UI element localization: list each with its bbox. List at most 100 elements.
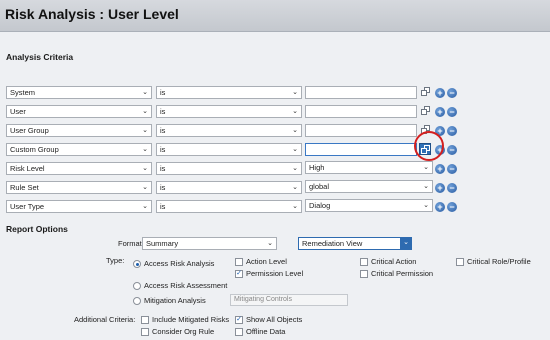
type-radio-access-risk-analysis[interactable] — [133, 260, 141, 268]
chevron-down-icon: ⌄ — [142, 203, 148, 210]
operator-label: is — [160, 164, 166, 173]
chevron-down-icon: ⌄ — [142, 127, 148, 134]
critical-permission-label: Critical Permission — [371, 269, 434, 278]
chevron-down-icon: ⌄ — [142, 184, 148, 191]
chevron-down-icon: ⌄ — [142, 89, 148, 96]
field-select[interactable]: User Type ⌄ — [6, 200, 152, 213]
chevron-down-icon: ⌄ — [292, 184, 298, 191]
chevron-down-icon: ⌄ — [400, 237, 412, 250]
view-value: Remediation View — [302, 239, 363, 248]
field-select[interactable]: Risk Level ⌄ — [6, 162, 152, 175]
field-label: Risk Level — [10, 164, 45, 173]
critical-role-profile-checkbox[interactable] — [456, 258, 464, 266]
critical-role-profile-label: Critical Role/Profile — [467, 257, 531, 266]
operator-select[interactable]: is ⌄ — [156, 105, 302, 118]
operator-label: is — [160, 183, 166, 192]
operator-select[interactable]: is ⌄ — [156, 124, 302, 137]
critical-action-checkbox[interactable] — [360, 258, 368, 266]
chevron-down-icon: ⌄ — [142, 165, 148, 172]
chevron-down-icon: ⌄ — [292, 89, 298, 96]
chevron-down-icon: ⌄ — [423, 183, 429, 190]
chevron-down-icon: ⌄ — [267, 240, 273, 247]
action-level-checkbox[interactable] — [235, 258, 243, 266]
include-mitigated-risks-checkbox[interactable] — [141, 316, 149, 324]
value-input[interactable] — [305, 143, 417, 156]
field-select[interactable]: Rule Set ⌄ — [6, 181, 152, 194]
operator-select[interactable]: is ⌄ — [156, 200, 302, 213]
value-input[interactable] — [305, 86, 417, 99]
remove-row-icon[interactable]: − — [447, 202, 457, 212]
value-select[interactable]: High ⌄ — [305, 161, 433, 174]
field-label: Custom Group — [10, 145, 59, 154]
type-radio-access-risk-assessment[interactable] — [133, 282, 141, 290]
type-label: Type: — [106, 256, 125, 265]
operator-label: is — [160, 126, 166, 135]
value-label: global — [309, 182, 330, 191]
show-all-objects-label: Show All Objects — [246, 315, 303, 324]
permission-level-label: Permission Level — [246, 269, 304, 278]
remove-row-icon[interactable]: − — [447, 183, 457, 193]
type-radio-mitigation-analysis[interactable] — [133, 297, 141, 305]
field-select[interactable]: Custom Group ⌄ — [6, 143, 152, 156]
additional-criteria-label: Additional Criteria: — [74, 315, 136, 324]
chevron-down-icon: ⌄ — [292, 108, 298, 115]
add-row-icon[interactable]: + — [435, 183, 445, 193]
add-row-icon[interactable]: + — [435, 202, 445, 212]
remove-row-icon[interactable]: − — [447, 126, 457, 136]
operator-select[interactable]: is ⌄ — [156, 162, 302, 175]
operator-select[interactable]: is ⌄ — [156, 143, 302, 156]
mitigating-controls-input[interactable]: Mitigating Controls — [230, 294, 348, 306]
value-label: High — [309, 163, 325, 172]
include-mitigated-risks-label: Include Mitigated Risks — [152, 315, 230, 324]
field-label: User — [10, 107, 26, 116]
chevron-down-icon: ⌄ — [292, 146, 298, 153]
value-label: Dialog — [309, 201, 331, 210]
field-label: User Group — [10, 126, 49, 135]
remove-row-icon[interactable]: − — [447, 145, 457, 155]
format-select[interactable]: Summary ⌄ — [142, 237, 277, 250]
multiple-selection-icon[interactable] — [421, 106, 431, 116]
chevron-down-icon: ⌄ — [292, 127, 298, 134]
multiple-selection-icon[interactable] — [421, 87, 431, 97]
add-row-icon[interactable]: + — [435, 164, 445, 174]
value-select[interactable]: Dialog ⌄ — [305, 199, 433, 212]
field-select[interactable]: User ⌄ — [6, 105, 152, 118]
chevron-down-icon: ⌄ — [142, 108, 148, 115]
action-level-label: Action Level — [246, 257, 287, 266]
add-row-icon[interactable]: + — [435, 88, 445, 98]
view-select[interactable]: Remediation View ⌄ — [298, 237, 412, 250]
field-label: Rule Set — [10, 183, 39, 192]
permission-level-checkbox[interactable]: ✓ — [235, 270, 243, 278]
remove-row-icon[interactable]: − — [447, 107, 457, 117]
remove-row-icon[interactable]: − — [447, 88, 457, 98]
offline-data-checkbox[interactable] — [235, 328, 243, 336]
remove-row-icon[interactable]: − — [447, 164, 457, 174]
operator-label: is — [160, 88, 166, 97]
critical-action-label: Critical Action — [371, 257, 417, 266]
show-all-objects-checkbox[interactable]: ✓ — [235, 316, 243, 324]
chevron-down-icon: ⌄ — [423, 202, 429, 209]
value-select[interactable]: global ⌄ — [305, 180, 433, 193]
type-option-label: Access Risk Analysis — [144, 259, 215, 268]
operator-select[interactable]: is ⌄ — [156, 86, 302, 99]
highlight-circle — [414, 131, 444, 161]
value-input[interactable] — [305, 105, 417, 118]
type-option-label: Access Risk Assessment — [144, 281, 228, 290]
format-label: Format: — [118, 239, 144, 248]
add-row-icon[interactable]: + — [435, 107, 445, 117]
type-option-label: Mitigation Analysis — [144, 296, 206, 305]
value-input[interactable] — [305, 124, 417, 137]
operator-select[interactable]: is ⌄ — [156, 181, 302, 194]
chevron-down-icon: ⌄ — [142, 146, 148, 153]
title-bar: Risk Analysis : User Level — [0, 0, 550, 32]
format-value: Summary — [146, 239, 179, 248]
consider-org-rule-checkbox[interactable] — [141, 328, 149, 336]
chevron-down-icon: ⌄ — [423, 164, 429, 171]
field-select[interactable]: System ⌄ — [6, 86, 152, 99]
operator-label: is — [160, 145, 166, 154]
critical-permission-checkbox[interactable] — [360, 270, 368, 278]
offline-data-label: Offline Data — [246, 327, 286, 336]
field-select[interactable]: User Group ⌄ — [6, 124, 152, 137]
consider-org-rule-label: Consider Org Rule — [152, 327, 215, 336]
operator-label: is — [160, 107, 166, 116]
